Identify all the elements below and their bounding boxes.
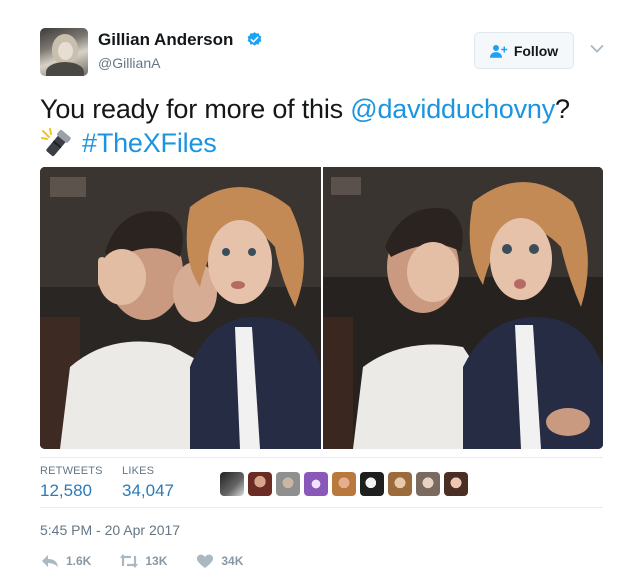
likes-count: 34,047: [122, 481, 174, 500]
author-display-name[interactable]: Gillian Anderson: [98, 30, 233, 50]
stats-divider-bottom: [40, 507, 603, 508]
chevron-down-icon[interactable]: [590, 44, 604, 54]
flashlight-emoji-icon: [41, 128, 71, 156]
liker-avatar[interactable]: [332, 472, 356, 496]
follow-button[interactable]: Follow: [474, 32, 574, 69]
liker-avatar[interactable]: [276, 472, 300, 496]
tweet-media: [40, 167, 603, 449]
add-user-icon: [489, 44, 508, 58]
tweet-photo-2[interactable]: [322, 167, 603, 449]
retweets-stat[interactable]: RETWEETS 12,580: [40, 465, 103, 501]
like-count: 34K: [221, 554, 244, 568]
liker-avatar[interactable]: [388, 472, 412, 496]
tweet-actions: 1.6K 13K 34K: [40, 553, 271, 569]
liker-avatars: [220, 472, 468, 496]
retweets-label: RETWEETS: [40, 465, 103, 477]
retweet-count: 13K: [145, 554, 168, 568]
likes-label: LIKES: [122, 465, 155, 477]
like-button[interactable]: 34K: [195, 553, 243, 569]
liker-avatar[interactable]: [304, 472, 328, 496]
tweet-text: You ready for more of this @davidduchovn…: [40, 92, 610, 160]
stats-divider-top: [40, 457, 603, 458]
tweet-timestamp[interactable]: 5:45 PM - 20 Apr 2017: [40, 522, 180, 538]
retweet-button[interactable]: 13K: [119, 553, 167, 569]
tweet-text-punctuation: ?: [555, 94, 570, 124]
reply-icon: [42, 555, 58, 567]
liker-avatar[interactable]: [444, 472, 468, 496]
photo-2-illustration: [322, 167, 603, 449]
liker-avatar[interactable]: [248, 472, 272, 496]
verified-badge-icon: [247, 32, 262, 46]
tweet-card: Gillian Anderson @GillianA Follow You re…: [0, 0, 640, 579]
tweet-photo-1[interactable]: [40, 167, 321, 449]
liker-avatar[interactable]: [416, 472, 440, 496]
follow-button-label: Follow: [513, 42, 559, 59]
reply-count: 1.6K: [66, 554, 92, 568]
avatar-shoulder: [46, 62, 84, 76]
liker-avatar[interactable]: [360, 472, 384, 496]
photo-1-illustration: [40, 167, 321, 449]
retweets-count: 12,580: [40, 481, 92, 500]
tweet-text-body: You ready for more of this: [40, 94, 351, 124]
mention-link[interactable]: @davidduchovny: [350, 94, 555, 124]
heart-icon: [197, 554, 214, 568]
author-avatar[interactable]: [40, 28, 88, 76]
author-handle[interactable]: @GillianA: [98, 55, 160, 71]
likes-stat[interactable]: LIKES 34,047: [122, 465, 174, 501]
hashtag-link[interactable]: #TheXFiles: [82, 128, 217, 158]
retweet-icon: [120, 554, 139, 568]
avatar-face: [58, 42, 73, 60]
liker-avatar[interactable]: [220, 472, 244, 496]
reply-button[interactable]: 1.6K: [40, 553, 91, 569]
